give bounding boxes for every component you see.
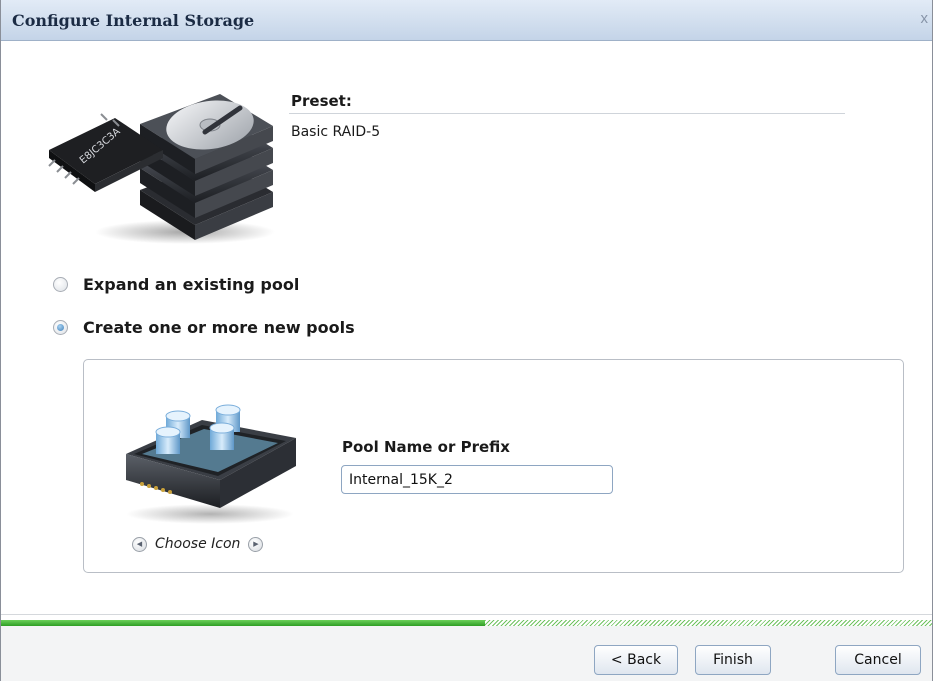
radio-button-selected[interactable]: [53, 320, 68, 335]
pool-name-label: Pool Name or Prefix: [342, 438, 510, 456]
back-button[interactable]: < Back: [594, 645, 678, 675]
icon-chooser: ◀ Choose Icon ▶: [132, 536, 264, 552]
configure-storage-dialog: Configure Internal Storage x E8JC3C3A Pr…: [0, 0, 933, 681]
prev-arrow-icon[interactable]: ◀: [132, 536, 147, 552]
hard-drive-stack-icon: E8JC3C3A: [48, 94, 275, 244]
option-expand-existing-pool[interactable]: Expand an existing pool: [53, 275, 299, 294]
option-label: Expand an existing pool: [83, 275, 300, 294]
preset-value: Basic RAID-5: [291, 124, 381, 140]
divider: [289, 113, 845, 114]
dialog-title: Configure Internal Storage: [12, 11, 255, 30]
next-arrow-icon[interactable]: ▶: [248, 536, 264, 552]
wizard-progress-bar: [1, 614, 932, 626]
cancel-button[interactable]: Cancel: [835, 645, 921, 675]
storage-pool-icon: [126, 404, 296, 524]
new-pool-panel: ◀ Choose Icon ▶ Pool Name or Prefix: [83, 359, 904, 573]
choose-icon-label: Choose Icon: [155, 536, 241, 552]
radio-button[interactable]: [53, 277, 68, 292]
button-bar: < Back Finish Cancel: [1, 626, 932, 681]
pool-name-input[interactable]: [341, 465, 613, 494]
close-icon[interactable]: x: [921, 10, 929, 27]
finish-button[interactable]: Finish: [695, 645, 771, 675]
option-label: Create one or more new pools: [83, 318, 355, 337]
option-create-new-pools[interactable]: Create one or more new pools: [53, 318, 355, 337]
title-bar: Configure Internal Storage x: [1, 0, 932, 41]
preset-label: Preset:: [291, 92, 352, 110]
